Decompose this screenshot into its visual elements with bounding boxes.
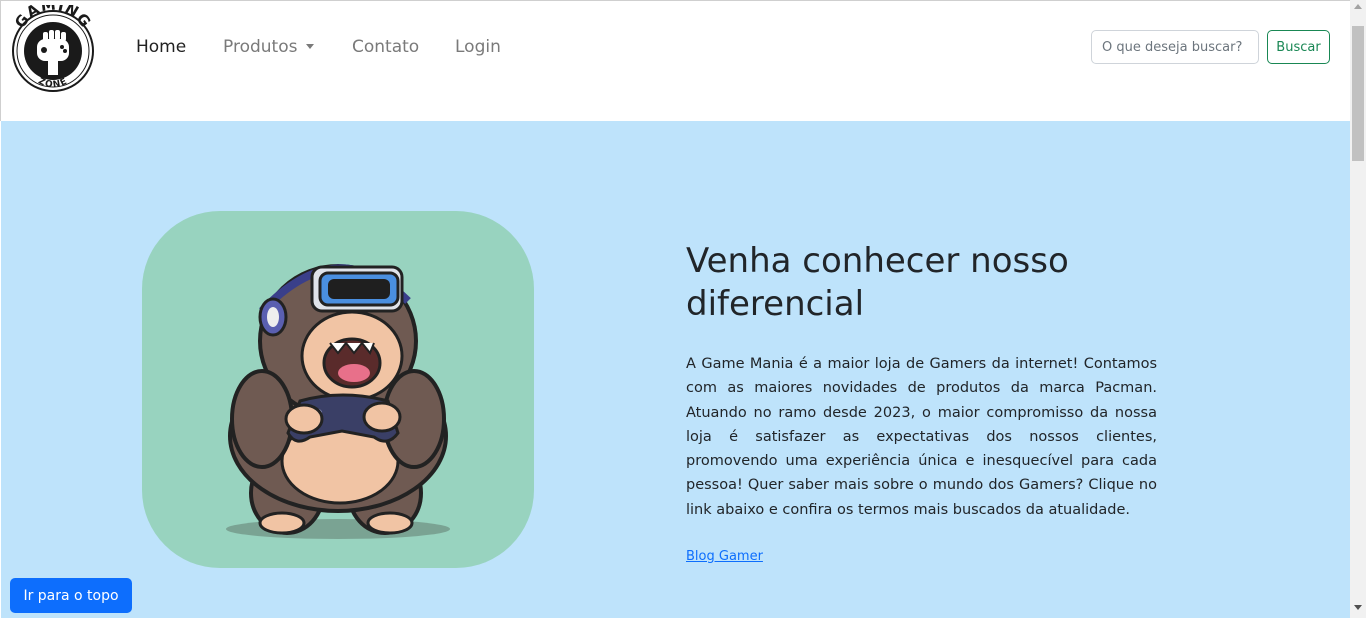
caret-down-icon (306, 44, 315, 49)
search-button[interactable]: Buscar (1267, 30, 1330, 64)
nav-login[interactable]: Login (455, 37, 501, 57)
vertical-scrollbar[interactable] (1350, 0, 1366, 618)
brand-logo[interactable]: GAMING ZONE (10, 0, 96, 97)
nav-home[interactable]: Home (136, 37, 186, 57)
scrollbar-thumb[interactable] (1352, 26, 1364, 161)
scroll-up-arrow-icon[interactable] (1354, 4, 1362, 9)
scroll-down-arrow-icon[interactable] (1354, 605, 1362, 610)
search-input[interactable] (1091, 30, 1259, 64)
back-to-top-button[interactable]: Ir para o topo (10, 578, 132, 613)
gamepad-fist-icon: GAMING ZONE (11, 0, 94, 92)
navbar: GAMING ZONE Home Produtos Contato Login … (1, 0, 1350, 121)
hero-section: Venha conhecer nosso diferencial A Game … (1, 121, 1350, 618)
nav-produtos[interactable]: Produtos (223, 37, 315, 57)
hero-paragraph: A Game Mania é a maior loja de Gamers da… (686, 356, 1157, 518)
blog-gamer-link[interactable]: Blog Gamer (686, 549, 763, 564)
gorilla-vr-gamer-illustration (226, 264, 450, 539)
hero-image (142, 211, 534, 568)
page: GAMING ZONE Home Produtos Contato Login … (0, 0, 1366, 618)
hero-title: Venha conhecer nosso diferencial (686, 241, 1069, 324)
nav-produtos-label: Produtos (223, 37, 298, 57)
nav-contato[interactable]: Contato (352, 37, 419, 57)
